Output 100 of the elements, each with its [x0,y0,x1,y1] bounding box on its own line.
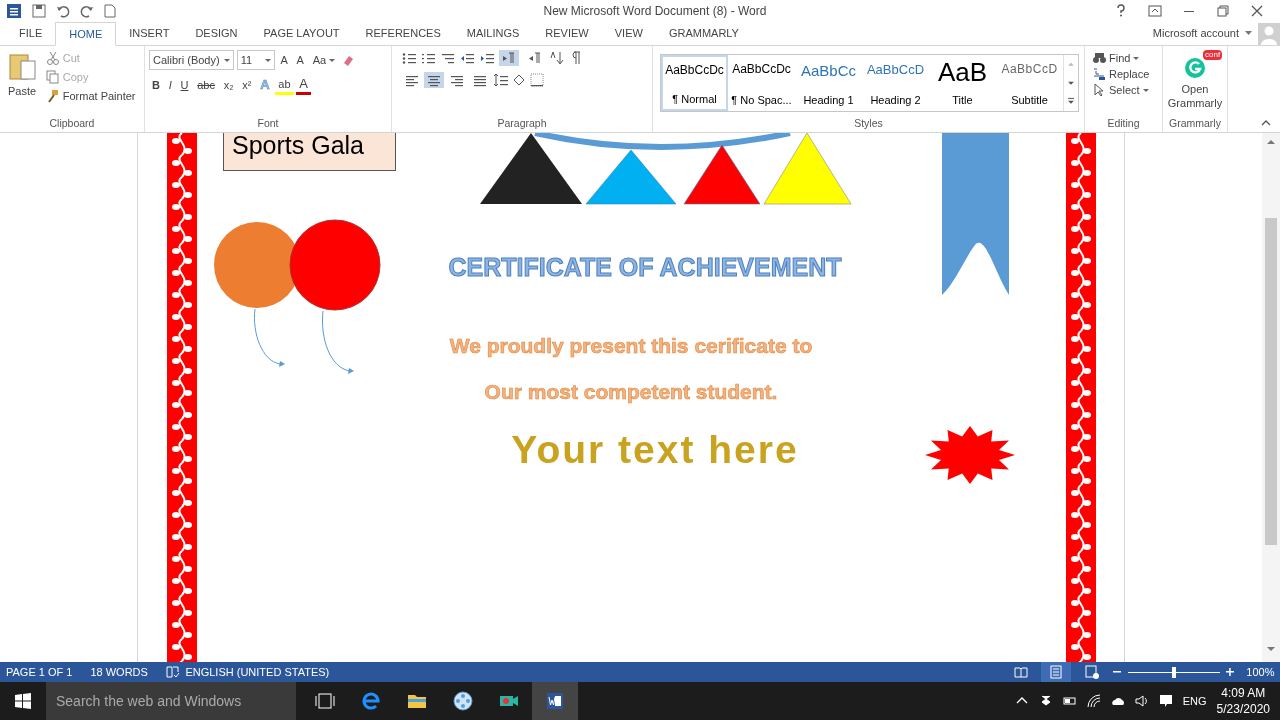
style-preview: AaBbCcDc [665,62,724,79]
style-option[interactable]: AaBbCcDc ¶ Normal [661,55,728,111]
format-button[interactable]: B [149,77,163,93]
group-label: Styles [853,116,884,131]
restore-icon[interactable] [1216,4,1230,18]
sort-icon[interactable] [550,51,564,65]
font-name-field[interactable]: Calibri (Body) [149,50,234,70]
collapse-ribbon-icon[interactable] [1261,120,1271,126]
pointer-icon [1092,83,1106,97]
clock-date[interactable]: 5/23/2020 [1216,701,1270,717]
style-option[interactable]: AaBbCcD Heading 2 [862,55,929,111]
ribbon-tab[interactable]: INSERT [116,21,183,46]
ribbon-tab[interactable]: FILE [6,21,56,46]
format-painter-button[interactable]: Format Painter [42,87,139,104]
ribbon-tab[interactable]: GRAMMARLY [655,21,752,46]
ribbon-display-icon[interactable] [1148,4,1162,18]
word-icon [6,3,22,19]
certificate-heading: CERTIFICATE OF ACHIEVEMENT [447,252,843,283]
style-preview: AaB [937,60,988,84]
copy-icon [45,69,60,84]
group-label: Clipboard [48,116,96,131]
ribbon-tab[interactable]: MAILINGS [453,21,533,46]
style-option[interactable]: AaB Title [929,55,996,111]
style-preview: AaBbCc [801,61,856,81]
ribbon-tab[interactable]: REFERENCES [352,21,454,46]
font-color-button[interactable]: A [296,75,311,95]
caret-icon [224,58,230,62]
style-option[interactable]: AaBbCcD Subtitle [996,55,1063,111]
ribbon-tab[interactable]: PAGE LAYOUT [250,21,353,46]
save-icon[interactable] [32,4,46,18]
name-placeholder-text: Your text here [510,427,800,473]
view-button[interactable] [1041,662,1072,682]
align-button[interactable] [424,71,445,88]
paste-button[interactable]: Paste [4,50,40,116]
increase-indent-icon[interactable] [479,51,494,65]
style-preview: AaBbCcD [866,61,925,79]
notification-icon[interactable] [1158,694,1173,708]
style-option[interactable]: AaBbCcDc ¶ No Spac... [728,55,795,111]
caret-icon [1133,56,1140,60]
wifi-icon[interactable] [1086,694,1101,708]
battery-icon[interactable] [1062,694,1077,708]
bullets-icon[interactable] [401,51,416,65]
taskbar-button[interactable] [531,682,578,720]
change-case-button[interactable]: Aa [309,52,339,68]
grow-font-button[interactable]: A [277,52,291,68]
left-to-right-button[interactable] [499,50,519,66]
caret-icon [329,58,336,62]
presentation-text: We proudly present this cerificate to [448,333,814,359]
new-document-icon[interactable] [104,4,116,18]
caret-icon [1142,88,1149,92]
group-label: Grammarly [1168,116,1222,131]
word-count[interactable]: 18 WORDS [90,663,148,681]
redo-icon[interactable] [80,4,94,18]
format-button[interactable]: U [177,77,192,93]
numbering-icon[interactable] [421,51,435,65]
undo-icon[interactable] [56,4,70,18]
line-spacing-icon[interactable] [492,72,509,87]
vertical-scrollbar[interactable] [1262,133,1280,662]
zoom-slider-thumb[interactable] [1171,666,1176,678]
speaker-icon[interactable] [1134,694,1149,708]
find-button[interactable]: Find [1089,50,1158,66]
format-button[interactable]: abc [194,77,218,93]
scrollbar-thumb[interactable] [1265,218,1277,545]
shrink-font-button[interactable]: A [293,52,307,68]
search-field[interactable]: Search the web and Windows [46,682,296,720]
label-box: Sports Gala [223,133,396,171]
ribbon-tab[interactable]: DESIGN [182,21,251,46]
zoom-in-icon[interactable] [1225,667,1236,677]
input-language[interactable]: ENG [1182,692,1207,710]
clock-time[interactable]: 4:09 AM [1216,685,1270,701]
borders-icon[interactable] [530,72,544,87]
style-preview: AaBbCcDc [732,61,791,78]
decrease-indent-icon[interactable] [460,51,474,65]
format-button[interactable]: I [165,77,175,93]
scissors-icon [45,51,60,65]
font-size-field[interactable]: 11 [236,50,275,70]
replace-button[interactable]: Replace [1089,66,1158,82]
ribbon-tab[interactable]: HOME [55,22,117,46]
clipboard-icon [7,51,37,81]
format-button[interactable]: x² [239,77,255,93]
multilevel-list-icon[interactable] [440,51,455,65]
paragraph-direction-icon [502,51,516,65]
page-count[interactable]: PAGE 1 OF 1 [6,663,73,681]
ribbon-tab[interactable]: REVIEW [532,21,602,46]
caret-icon[interactable] [1245,31,1252,36]
paragraph-direction-icon [527,51,542,65]
zoom-level[interactable]: 100% [1246,663,1275,681]
proofing-icon[interactable] [165,665,180,679]
pilcrow-icon[interactable] [569,51,582,65]
language-indicator[interactable]: ENGLISH (UNITED STATES) [185,663,330,681]
window-title: New Microsoft Word Document (8) - Word [542,3,768,20]
help-icon[interactable] [1114,4,1128,18]
ribbon-tab[interactable]: VIEW [601,21,656,46]
account-name[interactable]: Microsoft account [1152,25,1239,42]
select-button[interactable]: Select [1089,82,1158,98]
notification-badge: conf [1203,50,1223,60]
close-icon[interactable] [1250,4,1264,18]
format-button[interactable]: x₂ [220,77,237,93]
style-option[interactable]: AaBbCc Heading 1 [795,55,862,111]
highlight-button[interactable]: ab [275,75,294,95]
